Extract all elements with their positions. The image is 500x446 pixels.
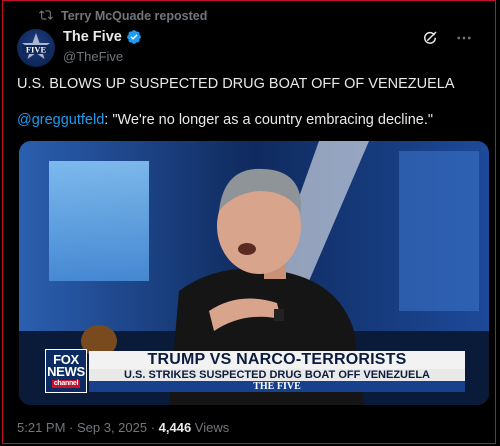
avatar[interactable]: FIVE (17, 29, 55, 67)
media-video[interactable]: FOX NEWS channel TRUMP VS NARCO-TERRORIS… (19, 141, 489, 405)
verified-badge-icon[interactable] (126, 29, 142, 45)
views-count: 4,446 (158, 420, 192, 435)
tweet-actions-top (421, 29, 473, 47)
author-block: The Five @TheFive (63, 29, 142, 64)
chyron-show-name: THE FIVE (89, 381, 465, 392)
chyron-subheadline: U.S. STRIKES SUSPECTED DRUG BOAT OFF VEN… (89, 369, 465, 381)
tweet-headline: U.S. BLOWS UP SUSPECTED DRUG BOAT OFF OF… (17, 76, 455, 92)
repost-icon (39, 8, 53, 25)
logo-mid: NEWS (47, 364, 85, 379)
display-name[interactable]: The Five (63, 29, 122, 45)
tweet-quote: : "We're no longer as a country embracin… (104, 112, 434, 128)
fox-news-logo: FOX NEWS channel (45, 349, 87, 393)
tweet-text: U.S. BLOWS UP SUSPECTED DRUG BOAT OFF OF… (17, 75, 477, 130)
logo-bottom: channel (51, 380, 81, 388)
tweet-meta: 5:21 PM · Sep 3, 2025 · 4,446 Views (17, 420, 229, 435)
chyron-headline: TRUMP VS NARCO-TERRORISTS (89, 351, 465, 369)
avatar-text: FIVE (26, 45, 47, 55)
repost-header[interactable]: Terry McQuade reposted (39, 9, 207, 23)
more-icon[interactable] (455, 29, 473, 47)
repost-text: Terry McQuade reposted (61, 9, 208, 23)
handle[interactable]: @TheFive (63, 49, 142, 64)
tweet-quote-paragraph: @greggutfeld: "We're no longer as a coun… (17, 111, 477, 130)
views-label: Views (191, 420, 230, 435)
tweet-card[interactable]: Terry McQuade reposted FIVE The Five @Th… (2, 0, 496, 444)
chyron: FOX NEWS channel TRUMP VS NARCO-TERRORIS… (45, 349, 465, 393)
grok-icon[interactable] (421, 29, 439, 47)
timestamp[interactable]: 5:21 PM · Sep 3, 2025 · (17, 420, 159, 435)
mention-link[interactable]: @greggutfeld (17, 112, 104, 128)
